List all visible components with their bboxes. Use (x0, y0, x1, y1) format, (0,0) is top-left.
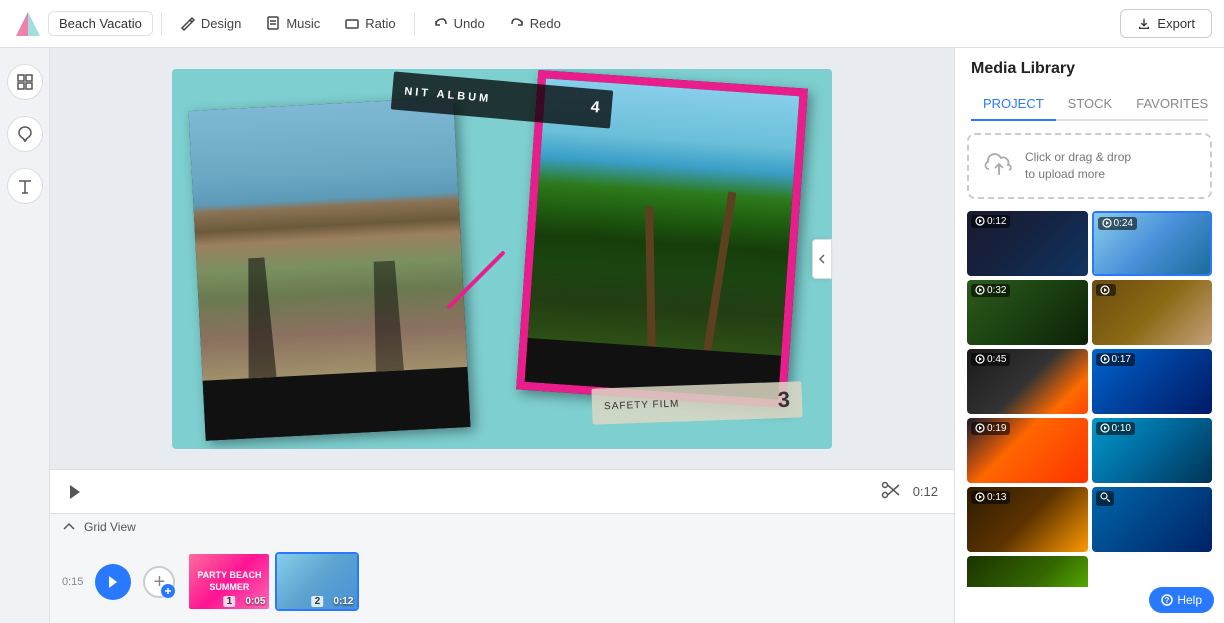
media-duration-5: 0:45 (971, 353, 1010, 366)
topbar-divider-2 (414, 12, 415, 36)
media-item-2[interactable]: 0:24 (1092, 211, 1213, 276)
timeline-clips: PARTY BEACH SUMMER 0:05 1 0:12 2 (187, 552, 359, 611)
topbar-divider-1 (161, 12, 162, 36)
media-zoom-10 (1096, 491, 1114, 506)
timeline-time-offset: 0:15 (62, 576, 83, 588)
play-button[interactable] (66, 483, 84, 501)
right-panel: Media Library PROJECT STOCK FAVORITES Cl… (954, 48, 1224, 623)
media-item-1[interactable]: 0:12 (967, 211, 1088, 276)
media-item-11[interactable] (967, 556, 1088, 587)
help-button[interactable]: ? Help (1149, 587, 1214, 613)
app-logo (12, 8, 44, 40)
panel-header: Media Library PROJECT STOCK FAVORITES (955, 48, 1224, 121)
tab-favorites[interactable]: FAVORITES (1124, 88, 1220, 121)
grid-tool-button[interactable] (7, 64, 43, 100)
topbar: Beach Vacatio Design Music Ratio Undo (0, 0, 1224, 48)
media-duration-7: 0:19 (971, 422, 1010, 435)
project-name-button[interactable]: Beach Vacatio (48, 11, 153, 36)
media-duration-9: 0:13 (971, 491, 1010, 504)
svg-text:?: ? (1165, 596, 1170, 605)
media-item-7[interactable]: 0:19 (967, 418, 1088, 483)
text-tool-button[interactable] (7, 168, 43, 204)
palm-trunk (645, 206, 655, 346)
canvas-frame[interactable]: NIT ALBUM 4 (172, 69, 832, 449)
palm-trunk-2 (703, 191, 736, 350)
upload-area[interactable]: Click or drag & drop to upload more (967, 133, 1212, 199)
media-duration-6: 0:17 (1096, 353, 1135, 366)
playback-bar: 0:12 (50, 469, 954, 513)
color-tool-button[interactable] (7, 116, 43, 152)
media-grid: 0:12 0:24 0:32 (955, 211, 1224, 587)
redo-button[interactable]: Redo (499, 11, 571, 37)
upload-text: Click or drag & drop to upload more (1025, 149, 1131, 183)
media-duration-8: 0:10 (1096, 422, 1135, 435)
tab-project[interactable]: PROJECT (971, 88, 1056, 121)
media-duration-1: 0:12 (971, 215, 1010, 228)
clip-1-text: PARTY BEACH SUMMER (189, 568, 269, 595)
timeline-top: Grid View (50, 514, 954, 540)
clip-1[interactable]: PARTY BEACH SUMMER 0:05 1 (187, 552, 271, 611)
media-item-3[interactable]: 0:32 (967, 280, 1088, 345)
time-display: 0:12 (913, 484, 938, 499)
scissors-button[interactable] (881, 481, 901, 502)
canvas-area: NIT ALBUM 4 (50, 48, 954, 623)
media-thumb-11 (967, 556, 1088, 587)
tab-stock[interactable]: STOCK (1056, 88, 1125, 121)
left-toolbar (0, 48, 50, 623)
canvas-wrapper: NIT ALBUM 4 (172, 69, 832, 449)
film-strip-bottom: SAFETY FILM 3 (591, 381, 802, 424)
clip-2[interactable]: 0:12 2 (275, 552, 359, 611)
expand-panel-button[interactable] (812, 239, 832, 279)
clip-1-duration: 0:05 (245, 596, 265, 607)
main-area: NIT ALBUM 4 (0, 48, 1224, 623)
panel-tabs: PROJECT STOCK FAVORITES (971, 88, 1208, 121)
help-container: ? Help (955, 587, 1224, 623)
polaroid-1[interactable] (189, 97, 471, 440)
add-clip-button[interactable]: + (143, 566, 175, 598)
media-item-10[interactable] (1092, 487, 1213, 552)
add-clip-badge (161, 584, 175, 598)
timeline-content: 0:15 + (50, 540, 954, 623)
media-item-9[interactable]: 0:13 (967, 487, 1088, 552)
design-button[interactable]: Design (170, 11, 251, 37)
chevron-up-icon (62, 520, 76, 534)
polaroid-1-photo (189, 97, 468, 380)
figure-1 (236, 256, 282, 378)
export-button[interactable]: Export (1120, 9, 1212, 38)
clip-1-number: 1 (224, 596, 236, 607)
media-item-5[interactable]: 0:45 (967, 349, 1088, 414)
timeline: Grid View 0:15 + (50, 513, 954, 623)
media-item-4[interactable] (1092, 280, 1213, 345)
panel-title: Media Library (971, 60, 1208, 78)
figure-2 (367, 260, 408, 372)
clip-2-duration: 0:12 (333, 596, 353, 607)
media-duration-3: 0:32 (971, 284, 1010, 297)
clip-2-number: 2 (312, 596, 324, 607)
timeline-label: Grid View (84, 520, 136, 534)
music-button[interactable]: Music (255, 11, 330, 37)
timeline-play-button[interactable] (95, 564, 131, 600)
ratio-button[interactable]: Ratio (334, 11, 405, 37)
media-duration-2: 0:24 (1098, 217, 1137, 230)
media-duration-4 (1096, 284, 1116, 296)
undo-button[interactable]: Undo (423, 11, 495, 37)
media-item-8[interactable]: 0:10 (1092, 418, 1213, 483)
upload-icon (983, 149, 1015, 182)
canvas-container: NIT ALBUM 4 (50, 48, 954, 469)
media-item-6[interactable]: 0:17 (1092, 349, 1213, 414)
